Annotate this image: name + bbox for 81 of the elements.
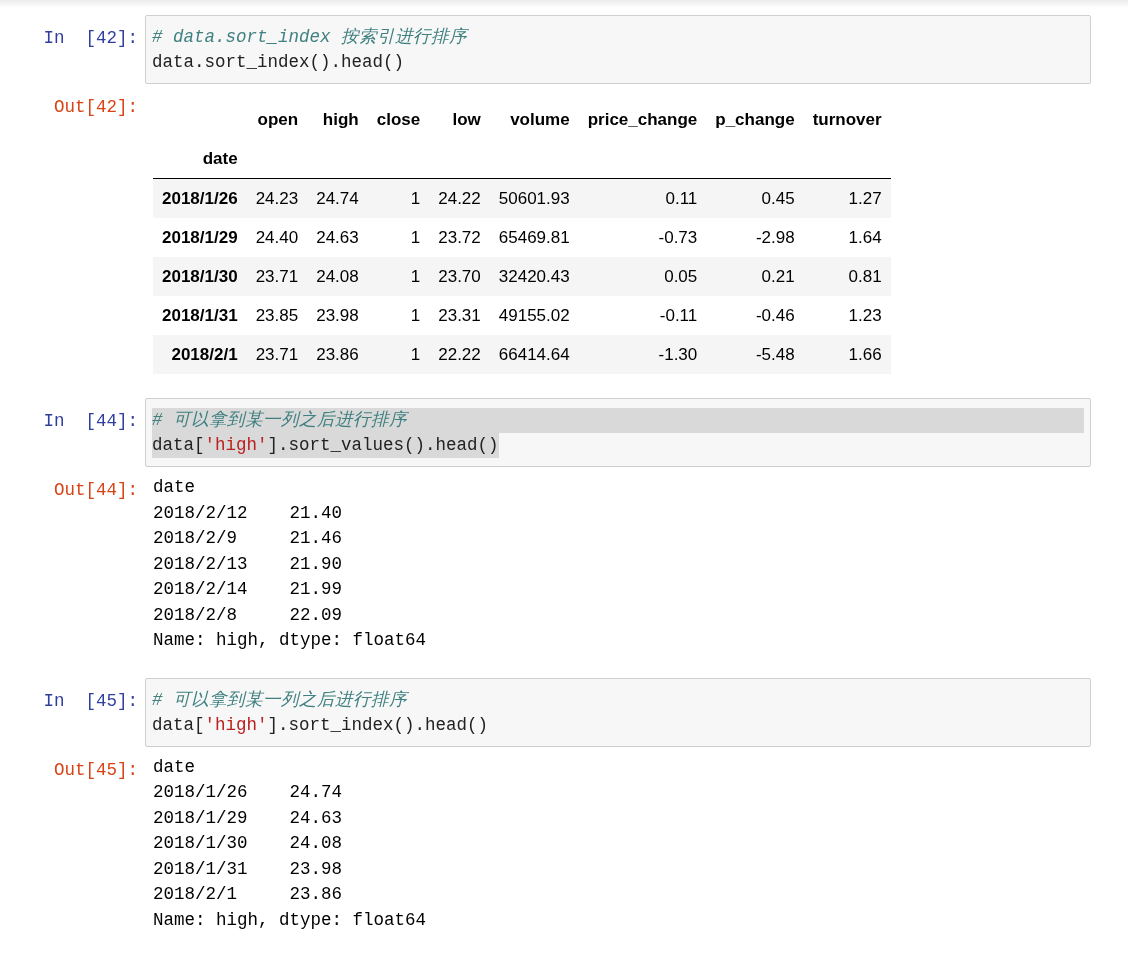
output-line: Name: high, dtype: float64 <box>153 908 427 932</box>
output-line: 2018/1/30 24.08 <box>153 832 344 855</box>
output-prompt: Out[42]: <box>53 96 139 119</box>
code-line: # 可以拿到某一列之后进行排序 <box>152 688 410 712</box>
table-cell: 0.11 <box>578 178 707 218</box>
output-line: 2018/2/14 21.99 <box>153 578 344 601</box>
table-cell: -0.11 <box>578 296 707 335</box>
output-line: 2018/2/9 21.46 <box>153 527 344 550</box>
output-line: 2018/2/13 21.90 <box>153 552 344 576</box>
column-header: turnover <box>811 108 883 131</box>
row-index: 2018/1/30 <box>153 257 247 296</box>
column-header: high <box>321 108 360 131</box>
table-cell: 65469.81 <box>489 218 579 257</box>
output-line: 2018/1/29 24.63 <box>153 806 344 830</box>
table-cell: 24.74 <box>307 178 368 218</box>
index-name: date <box>153 139 247 179</box>
table-cell: -2.98 <box>706 218 804 257</box>
table-cell: 0.45 <box>706 178 804 218</box>
column-header: price_change <box>586 108 699 131</box>
table-cell: -0.46 <box>706 296 804 335</box>
table-cell: 50601.93 <box>489 178 579 218</box>
table-cell: -5.48 <box>706 335 804 374</box>
code-cell[interactable]: # 可以拿到某一列之后进行排序 data['high'].sort_index().head() <box>145 677 1091 747</box>
table-cell: 24.08 <box>307 257 368 296</box>
output-line: date <box>153 755 196 779</box>
table-cell: -0.73 <box>578 218 707 257</box>
table-cell: 1 <box>367 257 430 296</box>
input-prompt: In [44]: <box>42 410 139 433</box>
table-cell: 23.31 <box>429 296 490 335</box>
table-cell: 32420.43 <box>489 257 579 296</box>
column-header: low <box>451 108 482 131</box>
table-cell: 0.05 <box>578 257 707 296</box>
table-cell: 23.71 <box>246 257 308 296</box>
table-cell: 1.23 <box>803 296 891 335</box>
table-cell: 22.22 <box>429 335 490 374</box>
table-cell: 1.27 <box>803 178 891 218</box>
row-index: 2018/2/1 <box>153 335 247 374</box>
table-cell: 23.85 <box>246 296 308 335</box>
output-line: 2018/1/31 23.98 <box>153 857 344 881</box>
table-cell: 0.81 <box>803 257 891 296</box>
output-line: 2018/1/26 24.74 <box>153 781 344 804</box>
output-prompt: Out[45]: <box>53 758 139 782</box>
row-index: 2018/1/31 <box>153 296 247 335</box>
table-cell: 1 <box>367 178 430 218</box>
table-cell: 0.21 <box>706 257 804 296</box>
code-line: # data.sort_index 按索引进行排序 <box>152 26 470 49</box>
table-cell: 1.64 <box>803 218 891 257</box>
table-cell: 24.22 <box>429 178 490 218</box>
row-index: 2018/1/29 <box>153 218 247 257</box>
table-cell: 23.72 <box>429 218 490 257</box>
column-header: open <box>256 108 300 131</box>
table-cell: 66414.64 <box>489 335 579 374</box>
output-line: 2018/2/8 22.09 <box>153 603 344 627</box>
output-prompt: Out[44]: <box>53 479 139 502</box>
input-prompt: In [42]: <box>42 27 139 50</box>
table-cell: 1 <box>367 218 430 257</box>
table-cell: 24.23 <box>246 178 308 218</box>
table-cell: 23.98 <box>307 296 368 335</box>
output-line: 2018/2/12 21.40 <box>153 501 344 525</box>
table-cell: -1.30 <box>578 335 707 374</box>
table-cell: 24.40 <box>246 218 308 257</box>
input-prompt: In [45]: <box>42 689 139 713</box>
table-cell: 1.66 <box>803 335 891 374</box>
row-index: 2018/1/26 <box>153 178 247 218</box>
table-cell: 24.63 <box>307 218 368 257</box>
output-line: Name: high, dtype: float64 <box>153 629 427 652</box>
column-header: volume <box>509 108 571 131</box>
code-cell[interactable]: # data.sort_index 按索引进行排序 data.sort_index().head() <box>145 15 1091 84</box>
code-line: data.sort_index().head() <box>152 51 405 74</box>
table-cell: 23.71 <box>246 335 308 374</box>
output-line: date <box>153 476 196 499</box>
table-cell: 23.70 <box>429 257 490 296</box>
column-header: p_change <box>714 108 796 131</box>
column-header: close <box>375 108 422 131</box>
table-cell: 49155.02 <box>489 296 579 335</box>
table-cell: 1 <box>367 335 430 374</box>
table-cell: 23.86 <box>307 335 368 374</box>
code-line: data['high'].sort_index().head() <box>152 713 489 737</box>
table-cell: 1 <box>367 296 430 335</box>
output-line: 2018/2/1 23.86 <box>153 883 344 906</box>
code-cell[interactable]: # 可以拿到某一列之后进行排序 data['high'].sort_values().head() <box>145 398 1091 467</box>
